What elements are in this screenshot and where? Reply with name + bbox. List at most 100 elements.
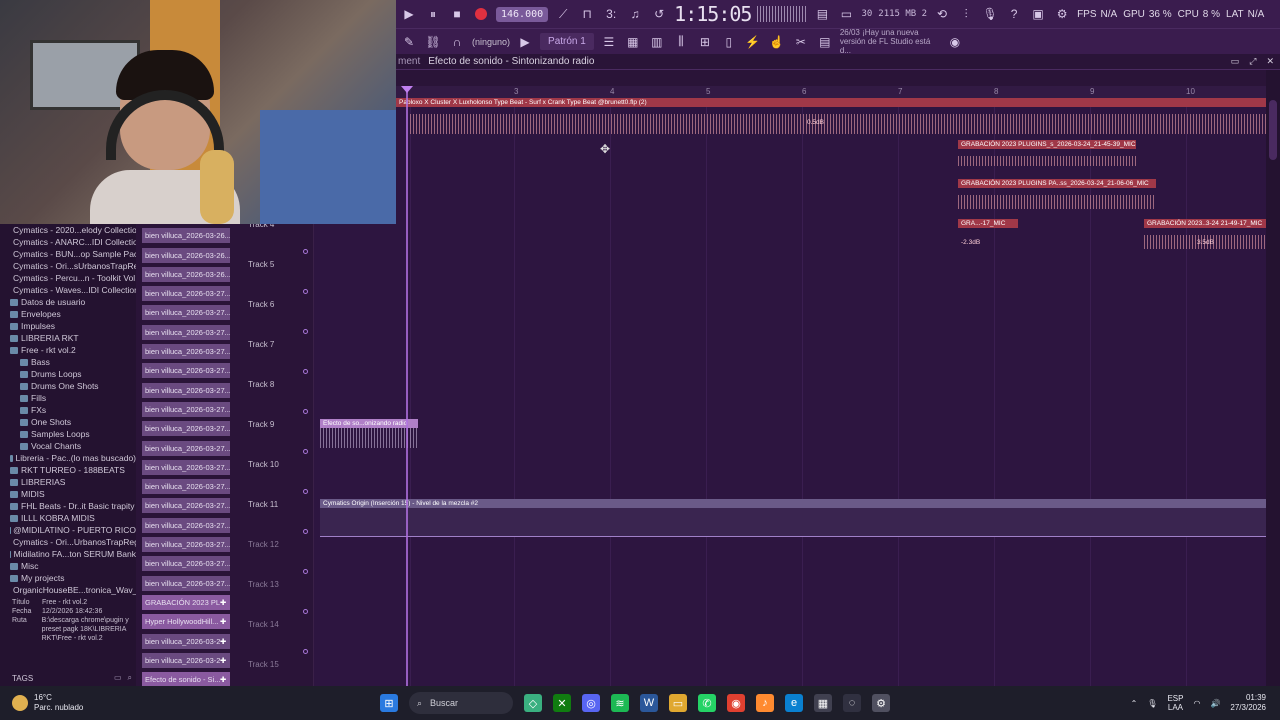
timeline-ruler[interactable]: 3 4 5 6 7 8 9 10 xyxy=(396,86,1266,98)
picker-item[interactable]: Efecto de sonido - Si... ✚ xyxy=(142,672,230,688)
picker-item[interactable]: bien villuca_2026-03-27... xyxy=(142,556,230,572)
plugin-icon[interactable]: ⚡ xyxy=(744,33,762,51)
track-header[interactable]: Track 13 xyxy=(244,580,314,620)
pause-button[interactable]: ⏸ xyxy=(424,5,442,23)
browser-item[interactable]: ILLL KOBRA MIDIS xyxy=(0,512,136,524)
browser-item[interactable]: Midilatino FA...ton SERUM Bank xyxy=(0,548,136,560)
track-header[interactable]: Track 11 xyxy=(244,500,314,540)
browser-item[interactable]: Vocal Chants xyxy=(0,440,136,452)
picker-item[interactable]: bien villuca_2026-03-27... xyxy=(142,421,230,437)
track-header[interactable]: Track 4 xyxy=(244,220,314,260)
browser-item[interactable]: Cymatics - BUN...op Sample Pack xyxy=(0,248,136,260)
track-mute-toggle[interactable] xyxy=(303,649,308,654)
picker-item[interactable]: bien villuca_2026-03-27... xyxy=(142,324,230,340)
track-header[interactable]: Track 7 xyxy=(244,340,314,380)
browser-item[interactable]: Cymatics - Ori...UrbanosTrapReg xyxy=(0,536,136,548)
picker-item[interactable]: bien villuca_2026-03-27... xyxy=(142,440,230,456)
word-icon[interactable]: W xyxy=(640,694,658,712)
loop-record-icon[interactable]: ↺ xyxy=(650,5,668,23)
browser-item[interactable]: @MIDILATINO - PUERTO RICO xyxy=(0,524,136,536)
playlist-arrangement[interactable]: Pabloxo X Cluster X Luxholonso Type Beat… xyxy=(314,98,1266,686)
mixer-icon[interactable]: ⫶ xyxy=(957,5,975,23)
browser-item[interactable]: Cymatics - Ori...sUrbanosTrapReg xyxy=(0,260,136,272)
picker-item[interactable]: bien villuca_2026-03-27... xyxy=(142,498,230,514)
pencil-icon[interactable]: ✎ xyxy=(400,33,418,51)
search-icon[interactable]: ⌕ xyxy=(128,673,132,683)
browser-item[interactable]: One Shots xyxy=(0,416,136,428)
mic-tray-icon[interactable]: 🎙 xyxy=(1147,699,1157,708)
touch-icon[interactable]: ☝ xyxy=(768,33,786,51)
picker-item[interactable]: bien villuca_2026-03-27... xyxy=(142,286,230,302)
channel-icon[interactable]: ⊞ xyxy=(696,33,714,51)
tags-bar[interactable]: TAGS ▭ ⌕ xyxy=(0,670,136,686)
explorer-icon[interactable]: ▭ xyxy=(669,694,687,712)
app-icon[interactable]: ◌ xyxy=(843,694,861,712)
wifi-icon[interactable]: ◠ xyxy=(1193,699,1200,708)
picker-item[interactable]: bien villuca_2026-03-27... xyxy=(142,363,230,379)
xbox-icon[interactable]: ✕ xyxy=(553,694,571,712)
help-icon[interactable]: ? xyxy=(1005,5,1023,23)
picker-item[interactable]: Hyper HollywoodHill... ✚ xyxy=(142,614,230,630)
track-header[interactable]: Track 14 xyxy=(244,620,314,660)
browser-item[interactable]: FHL Beats - Dr..it Basic trapity xyxy=(0,500,136,512)
browser-item[interactable]: Envelopes xyxy=(0,308,136,320)
vertical-scrollbar[interactable] xyxy=(1266,70,1280,686)
add-icon[interactable]: ✚ xyxy=(220,614,230,629)
whatsapp-icon[interactable]: ✆ xyxy=(698,694,716,712)
browser-item[interactable]: LIBRERIAS xyxy=(0,476,136,488)
browser-item[interactable]: Cymatics - 2020...elody Collection xyxy=(0,224,136,236)
browser-item[interactable]: Cymatics - Percu...n - Toolkit Vol 1 xyxy=(0,272,136,284)
widget-icon[interactable]: ◇ xyxy=(524,694,542,712)
taskbar-search[interactable]: ⌕ Buscar xyxy=(409,692,513,714)
browser-item[interactable]: RKT TURREO - 188BEATS xyxy=(0,464,136,476)
chevron-up-icon[interactable]: ⌃ xyxy=(1131,699,1138,708)
browser-item[interactable]: Drums Loops xyxy=(0,368,136,380)
picker-item[interactable]: bien villuca_2026-03-27... xyxy=(142,537,230,553)
undo-icon[interactable]: ⟲ xyxy=(933,5,951,23)
browser-item[interactable]: Cymatics - ANARC...IDI Collection xyxy=(0,236,136,248)
picker-item[interactable]: bien villuca_2026-03-27... xyxy=(142,479,230,495)
news-icon[interactable]: ▤ xyxy=(816,33,834,51)
picker-item[interactable]: bien villuca_2026-03-26... xyxy=(142,228,230,244)
tools-icon-2[interactable]: ✂ xyxy=(792,33,810,51)
channel-rack-icon[interactable]: ▥ xyxy=(648,33,666,51)
browser-item[interactable]: Misc xyxy=(0,560,136,572)
track-header[interactable]: Track 5 xyxy=(244,260,314,300)
language-indicator[interactable]: ESP LAA xyxy=(1167,694,1183,712)
track-mute-toggle[interactable] xyxy=(303,529,308,534)
scroll-thumb[interactable] xyxy=(1269,100,1277,160)
browser-item[interactable]: Cymatics - Waves...IDI Collection xyxy=(0,284,136,296)
play-button[interactable]: ▶ xyxy=(400,5,418,23)
browser-item[interactable]: Bass xyxy=(0,356,136,368)
link-icon[interactable]: ⛓ xyxy=(424,33,442,51)
settings-icon[interactable]: ⚙ xyxy=(872,694,890,712)
metronome-icon[interactable]: ⟋ xyxy=(554,5,572,23)
track-mute-toggle[interactable] xyxy=(303,449,308,454)
browser-item[interactable]: Drums One Shots xyxy=(0,380,136,392)
start-icon[interactable]: ⊞ xyxy=(380,694,398,712)
add-icon[interactable]: ✚ xyxy=(220,634,230,649)
track-header[interactable]: Track 9 xyxy=(244,420,314,460)
minimize-icon[interactable]: ▭ xyxy=(1231,56,1240,67)
tools-icon[interactable]: ⚙ xyxy=(1053,5,1071,23)
browser-item[interactable]: Datos de usuario xyxy=(0,296,136,308)
edge-icon[interactable]: e xyxy=(785,694,803,712)
picker-item[interactable]: bien villuca_2026-03-27... xyxy=(142,382,230,398)
magnet-icon[interactable]: ∩ xyxy=(448,33,466,51)
spotify-icon[interactable]: ≋ xyxy=(611,694,629,712)
volume-icon[interactable]: 🔊 xyxy=(1210,699,1220,708)
tempo-display[interactable]: 146.000 xyxy=(496,6,549,22)
picker-item[interactable]: GRABACIÓN 2023 PLU...✚ xyxy=(142,594,230,610)
picker-item[interactable]: bien villuca_2026-03-27... xyxy=(142,517,230,533)
picker-item[interactable]: bien villuca_2026-03-27... xyxy=(142,344,230,360)
track-mute-toggle[interactable] xyxy=(303,569,308,574)
song-position-display[interactable]: 1:15:05 xyxy=(674,2,752,26)
folder-icon[interactable]: ▭ xyxy=(114,673,122,683)
countdown-icon[interactable]: 3: xyxy=(602,5,620,23)
track-header[interactable]: Track 12 xyxy=(244,540,314,580)
track-mute-toggle[interactable] xyxy=(303,409,308,414)
picker-item[interactable]: bien villuca_2026-03-27...✚ xyxy=(142,633,230,649)
browser-item[interactable]: My projects xyxy=(0,572,136,584)
add-icon[interactable]: ✚ xyxy=(220,653,230,668)
browser-item[interactable]: OrganicHouseBE...tronica_Wav_SP xyxy=(0,584,136,596)
